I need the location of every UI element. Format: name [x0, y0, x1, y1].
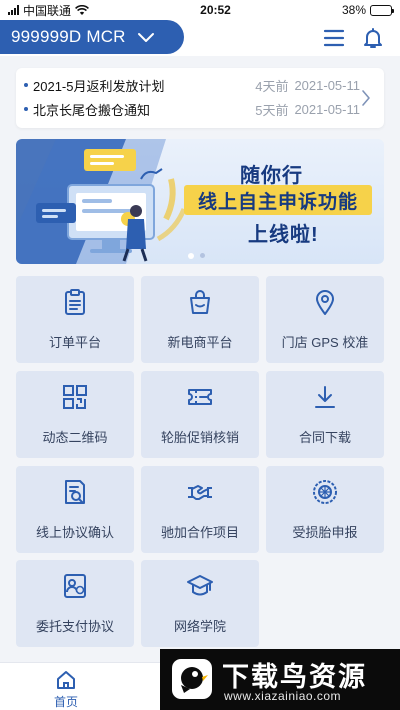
tile-online-agreement[interactable]: 线上协议确认 — [16, 466, 134, 553]
notice-item[interactable]: 2021-5月返利发放计划 4天前 2021-05-11 — [24, 75, 360, 95]
banner-headline-3: 上线啦! — [248, 224, 319, 246]
tile-label: 动态二维码 — [42, 430, 108, 445]
bird-logo-icon — [172, 659, 212, 699]
tile-payment-agreement[interactable]: 委托支付协议 — [16, 560, 134, 647]
banner-headline-1: 随你行 — [240, 165, 303, 187]
carousel-indicator[interactable] — [188, 252, 205, 259]
document-search-icon — [65, 480, 85, 504]
tile-label: 受损胎申报 — [292, 525, 358, 540]
status-bar: 中国联通 20:52 38% — [0, 0, 400, 20]
banner-headline-2: 线上自主申诉功能 — [184, 185, 372, 215]
tile-label: 线上协议确认 — [35, 525, 114, 540]
tile-new-ecommerce[interactable]: 新电商平台 — [141, 276, 259, 363]
status-left: 中国联通 — [8, 2, 89, 19]
battery-percent: 38% — [341, 3, 366, 17]
download-icon — [315, 386, 335, 408]
tile-cooperation-project[interactable]: 驰加合作项目 — [141, 466, 259, 553]
signal-icon — [8, 5, 19, 15]
account-selector[interactable]: 999999D MCR — [0, 20, 184, 54]
tile-dynamic-qr[interactable]: 动态二维码 — [16, 371, 134, 458]
status-right: 38% — [341, 3, 394, 17]
notice-title: 2021-5月返利发放计划 — [33, 78, 165, 94]
clipboard-icon — [65, 289, 85, 315]
tire-icon — [313, 480, 337, 504]
payment-card-icon — [64, 574, 86, 598]
carousel-dot[interactable] — [200, 253, 205, 258]
bell-icon[interactable] — [361, 26, 385, 50]
tile-label: 驰加合作项目 — [160, 525, 239, 540]
tab-home[interactable]: 首页 — [44, 667, 88, 709]
tile-label: 门店 GPS 校准 — [281, 335, 369, 350]
tile-label: 订单平台 — [48, 335, 101, 350]
app-header: 999999D MCR — [0, 20, 400, 56]
clock: 20:52 — [200, 3, 231, 17]
bullet — [24, 107, 28, 111]
carousel-dot-active[interactable] — [188, 252, 194, 259]
location-pin-icon — [316, 290, 334, 315]
ticket-icon — [188, 389, 212, 405]
notice-date: 2021-05-11 — [294, 101, 360, 117]
tile-contract-download[interactable]: 合同下载 — [266, 371, 384, 458]
notice-title: 北京长尾仓搬仓通知 — [33, 102, 151, 118]
tile-store-gps[interactable]: 门店 GPS 校准 — [266, 276, 384, 363]
chevron-down-icon — [137, 33, 154, 42]
notice-card[interactable]: 2021-5月返利发放计划 4天前 2021-05-11 北京长尾仓搬仓通知 5… — [16, 68, 384, 128]
tile-online-academy[interactable]: 网络学院 — [141, 560, 259, 647]
tile-damaged-tire-report[interactable]: 受损胎申报 — [266, 466, 384, 553]
watermark-url: www.xiazainiao.com — [224, 689, 342, 703]
chevron-right-icon[interactable] — [360, 88, 372, 108]
home-icon — [57, 671, 75, 689]
bullet — [24, 83, 28, 87]
account-label: 999999D MCR — [11, 27, 126, 46]
tile-order-platform[interactable]: 订单平台 — [16, 276, 134, 363]
notice-date: 2021-05-11 — [294, 77, 360, 93]
qr-code-icon — [63, 385, 87, 409]
tile-label: 网络学院 — [173, 619, 226, 634]
shopping-bag-icon — [190, 290, 210, 314]
graduation-cap-icon — [187, 575, 213, 596]
notice-item[interactable]: 北京长尾仓搬仓通知 5天前 2021-05-11 — [24, 99, 360, 119]
menu-icon[interactable] — [322, 26, 346, 50]
carrier-label: 中国联通 — [23, 3, 72, 18]
promo-banner[interactable]: 随你行 线上自主申诉功能 上线啦! — [16, 139, 384, 264]
battery-icon — [370, 4, 394, 16]
handshake-icon — [188, 485, 212, 500]
tile-label: 委托支付协议 — [35, 619, 114, 634]
watermark: 下载鸟资源 www.xiazainiao.com — [160, 649, 400, 710]
tile-label: 新电商平台 — [167, 335, 233, 350]
notice-ago: 5天前 — [255, 102, 289, 118]
tile-label: 轮胎促销核销 — [160, 430, 239, 445]
tile-label: 合同下载 — [298, 430, 351, 445]
wifi-icon — [75, 4, 89, 15]
tile-tire-promo[interactable]: 轮胎促销核销 — [141, 371, 259, 458]
notice-ago: 4天前 — [255, 78, 289, 94]
tab-home-label: 首页 — [53, 695, 78, 709]
